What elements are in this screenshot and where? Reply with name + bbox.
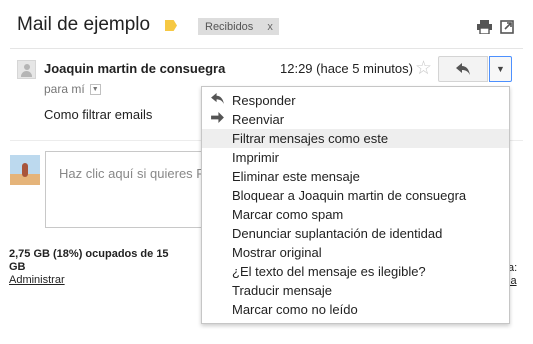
menu-item-spam[interactable]: Marcar como spam: [202, 205, 509, 224]
menu-item-phishing[interactable]: Denunciar suplantación de identidad: [202, 224, 509, 243]
reply-button[interactable]: [438, 56, 488, 82]
menu-item-label: Mostrar original: [232, 245, 322, 260]
menu-item-mark-unread[interactable]: Marcar como no leído: [202, 300, 509, 319]
new-window-icon[interactable]: [499, 19, 515, 35]
recipient-text: para mí: [44, 82, 85, 96]
menu-item-print[interactable]: Imprimir: [202, 148, 509, 167]
recipient-line: para mí ▼: [44, 82, 101, 96]
message-options-menu: Responder Reenviar Filtrar mensajes como…: [201, 86, 510, 324]
menu-item-label: Imprimir: [232, 150, 279, 165]
menu-item-label: Traducir mensaje: [232, 283, 332, 298]
sender-name[interactable]: Joaquin martin de consuegra: [44, 61, 225, 76]
header-divider: [10, 48, 523, 49]
menu-item-label: Denunciar suplantación de identidad: [232, 226, 443, 241]
message-body: Como filtrar emails: [44, 107, 153, 122]
menu-item-filter[interactable]: Filtrar mensajes como este: [202, 129, 509, 148]
menu-item-forward[interactable]: Reenviar: [202, 110, 509, 129]
menu-item-label: Bloquear a Joaquin martin de consuegra: [232, 188, 467, 203]
menu-item-unreadable[interactable]: ¿El texto del mensaje es ilegible?: [202, 262, 509, 281]
printer-icon[interactable]: [476, 19, 492, 35]
menu-item-label: Filtrar mensajes como este: [232, 131, 389, 146]
reply-placeholder: Haz clic aquí si quieres R: [59, 166, 206, 181]
menu-item-translate[interactable]: Traducir mensaje: [202, 281, 509, 300]
message-time: 12:29 (hace 5 minutos): [280, 61, 413, 76]
menu-item-label: Eliminar este mensaje: [232, 169, 360, 184]
menu-item-reply[interactable]: Responder: [202, 91, 509, 110]
storage-usage: 2,75 GB (18%) ocupados de 15 GB: [9, 248, 169, 273]
important-label-icon[interactable]: [165, 20, 177, 31]
menu-item-label: Responder: [232, 93, 296, 108]
remove-label-button[interactable]: x: [267, 21, 273, 33]
inbox-label-chip[interactable]: Recibidos x: [198, 18, 279, 35]
star-outline-icon[interactable]: ☆: [415, 57, 432, 80]
menu-item-label: Marcar como no leído: [232, 302, 358, 317]
menu-item-delete[interactable]: Eliminar este mensaje: [202, 167, 509, 186]
menu-item-label: ¿El texto del mensaje es ilegible?: [232, 264, 426, 279]
chevron-down-icon: ▼: [496, 64, 505, 74]
email-subject: Mail de ejemplo: [17, 14, 151, 35]
inbox-label-text: Recibidos: [205, 20, 254, 33]
manage-storage-link[interactable]: Administrar: [9, 274, 65, 286]
forward-icon: [210, 112, 224, 126]
sender-avatar[interactable]: [17, 60, 36, 79]
menu-item-show-original[interactable]: Mostrar original: [202, 243, 509, 262]
reply-icon: [210, 93, 224, 107]
reply-icon: [456, 63, 470, 75]
recipient-details-toggle[interactable]: ▼: [89, 83, 101, 95]
menu-item-label: Marcar como spam: [232, 207, 344, 222]
more-options-button[interactable]: ▼: [489, 56, 512, 82]
menu-item-block[interactable]: Bloquear a Joaquin martin de consuegra: [202, 186, 509, 205]
menu-item-label: Reenviar: [232, 112, 285, 127]
user-avatar: [10, 155, 40, 185]
